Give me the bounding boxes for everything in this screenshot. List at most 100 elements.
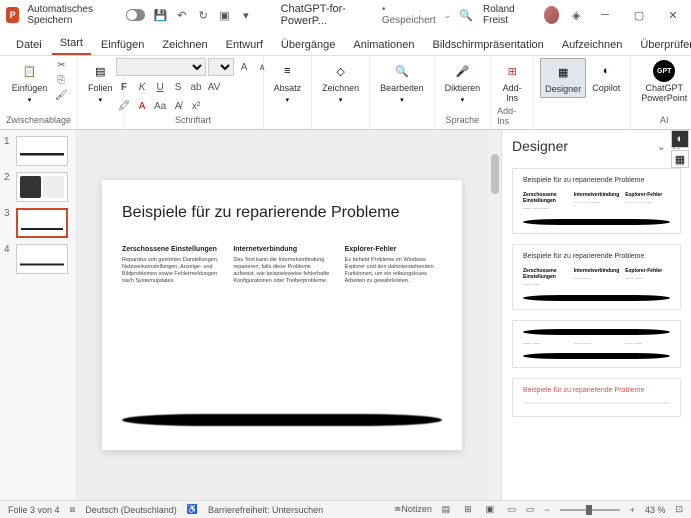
minimize-button[interactable]: ─: [593, 1, 617, 29]
design-suggestion-3[interactable]: —— —— —— —— —— ——: [512, 320, 681, 369]
microphone-icon: 🎤: [451, 60, 473, 82]
spacing-button[interactable]: AV: [206, 79, 222, 95]
copilot-button[interactable]: ◐ Copilot: [588, 58, 624, 96]
tab-datei[interactable]: Datei: [8, 35, 50, 55]
design-suggestion-2[interactable]: Beispiele für zu reparierende Probleme Z…: [512, 244, 681, 310]
view-slideshow-icon[interactable]: ▭: [504, 503, 520, 517]
slides-button[interactable]: ▤ Folien ▾: [84, 58, 117, 106]
save-icon[interactable]: 💾: [153, 7, 167, 23]
current-slide[interactable]: Beispiele für zu reparierende Probleme Z…: [102, 180, 462, 450]
dictate-button[interactable]: 🎤 Diktieren ▾: [441, 58, 485, 106]
tab-aufzeichnen[interactable]: Aufzeichnen: [554, 35, 631, 55]
tab-zeichnen[interactable]: Zeichnen: [154, 35, 215, 55]
tab-ueberpruefen[interactable]: Überprüfen: [632, 35, 691, 55]
fit-window-button[interactable]: ⊡: [675, 504, 683, 515]
notes-button[interactable]: ≐Notizen: [394, 504, 432, 515]
scrollbar-thumb[interactable]: [491, 154, 499, 194]
design-suggestion-4[interactable]: Beispiele für zu reparierende Probleme: [512, 378, 681, 417]
copilot-icon: ◐: [595, 60, 617, 82]
thumbnail-3[interactable]: 3: [4, 208, 71, 238]
autosave-toggle[interactable]: Automatisches Speichern: [27, 4, 145, 26]
view-normal-icon[interactable]: ▤: [438, 503, 454, 517]
design-suggestion-1[interactable]: Beispiele für zu reparierende Probleme Z…: [512, 168, 681, 234]
clear-format-button[interactable]: A̸: [170, 98, 186, 114]
editing-button[interactable]: 🔍 Bearbeiten ▾: [376, 58, 428, 106]
tab-bildschirm[interactable]: Bildschirmpräsentation: [425, 35, 552, 55]
tab-entwurf[interactable]: Entwurf: [218, 35, 271, 55]
font-size-select[interactable]: [208, 58, 234, 76]
group-editing: 🔍 Bearbeiten ▾: [370, 56, 435, 129]
shadow-button[interactable]: ab: [188, 79, 204, 95]
side-tab-1[interactable]: ◐: [671, 130, 689, 148]
present-icon[interactable]: ▣: [218, 7, 231, 23]
redo-icon[interactable]: ↻: [197, 7, 210, 23]
paste-button[interactable]: 📋 Einfügen ▾: [8, 58, 52, 106]
group-font: A ᴀ F K U S ab AV 🖍 A Aa A̸ x² Schriftar…: [124, 56, 264, 129]
language-status[interactable]: Deutsch (Deutschland): [85, 505, 177, 515]
superscript-button[interactable]: x²: [188, 98, 204, 114]
chatgpt-button[interactable]: GPT ChatGPT PowerPoint: [637, 58, 691, 106]
view-reading-icon[interactable]: ▣: [482, 503, 498, 517]
font-family-select[interactable]: [116, 58, 206, 76]
drawing-button[interactable]: ◇ Zeichnen ▾: [318, 58, 363, 106]
slide-column-1[interactable]: Zerschossene Einstellungen Reparatur von…: [122, 246, 219, 286]
paragraph-icon: ≡: [276, 60, 298, 82]
accessibility-status[interactable]: Barrierefreiheit: Untersuchen: [208, 505, 323, 515]
designer-button[interactable]: ▦ Designer: [540, 58, 586, 98]
search-icon[interactable]: 🔍: [459, 7, 473, 23]
zoom-slider[interactable]: [560, 509, 620, 511]
slide-title[interactable]: Beispiele für zu reparierende Probleme: [122, 204, 442, 222]
maximize-button[interactable]: ▢: [627, 1, 651, 29]
save-status: • Gespeichert: [382, 4, 436, 26]
strike-button[interactable]: S: [170, 79, 186, 95]
paragraph-button[interactable]: ≡ Absatz ▾: [270, 58, 306, 106]
tab-einfuegen[interactable]: Einfügen: [93, 35, 152, 55]
addins-icon: ⊞: [501, 60, 523, 82]
cut-button[interactable]: ✂: [53, 58, 69, 72]
slide-column-3[interactable]: Explorer-Fehler Es behebt Probleme im Wi…: [345, 246, 442, 286]
thumbnail-4[interactable]: 4: [4, 244, 71, 274]
italic-button[interactable]: K: [134, 79, 150, 95]
underline-button[interactable]: U: [152, 79, 168, 95]
addins-button[interactable]: ⊞ Add-Ins: [497, 58, 527, 106]
bold-button[interactable]: F: [116, 79, 132, 95]
format-painter-button[interactable]: 🖌: [53, 88, 69, 102]
title-bar: P Automatisches Speichern 💾 ↶ ↻ ▣ ▾ Chat…: [0, 0, 691, 30]
toggle-switch[interactable]: [126, 9, 146, 21]
tab-uebergaenge[interactable]: Übergänge: [273, 35, 343, 55]
chevron-down-icon: ▾: [99, 96, 103, 104]
dropdown-icon[interactable]: ⌄: [444, 10, 452, 21]
group-addins: ⊞ Add-Ins Add-Ins: [491, 56, 534, 129]
zoom-out-button[interactable]: −: [544, 505, 549, 515]
font-color-button[interactable]: A: [134, 98, 150, 114]
view-sorter-icon[interactable]: ⊞: [460, 503, 476, 517]
spell-icon[interactable]: ⧈: [70, 504, 76, 515]
brush-decoration: [122, 414, 442, 426]
copy-button[interactable]: ⎘: [53, 73, 69, 87]
slide-counter[interactable]: Folie 3 von 4: [8, 505, 60, 515]
close-button[interactable]: ✕: [661, 1, 685, 29]
zoom-level[interactable]: 43 %: [645, 505, 666, 515]
user-avatar[interactable]: [544, 6, 559, 24]
diamond-icon[interactable]: ◈: [569, 7, 583, 23]
vertical-scrollbar[interactable]: [489, 130, 501, 500]
document-title[interactable]: ChatGPT-for-PowerP...: [281, 3, 374, 27]
slide-canvas[interactable]: Beispiele für zu reparierende Probleme Z…: [75, 130, 489, 500]
thumbnail-2[interactable]: 2: [4, 172, 71, 202]
highlight-button[interactable]: 🖍: [116, 98, 132, 114]
undo-icon[interactable]: ↶: [175, 7, 188, 23]
chevron-down-icon: ▾: [286, 96, 290, 104]
side-tab-2[interactable]: ▦: [671, 150, 689, 168]
change-case-button[interactable]: Aa: [152, 98, 168, 114]
tab-animationen[interactable]: Animationen: [345, 35, 422, 55]
slide-column-2[interactable]: Internetverbindung Das Tool kann die Int…: [233, 246, 330, 286]
tab-start[interactable]: Start: [52, 33, 91, 55]
zoom-in-button[interactable]: +: [630, 505, 635, 515]
slide-thumbnails: 1 2 3 4: [0, 130, 75, 500]
thumbnail-1[interactable]: 1: [4, 136, 71, 166]
shapes-icon: ◇: [330, 60, 352, 82]
increase-font-button[interactable]: A: [236, 59, 252, 75]
pane-collapse-icon[interactable]: ⌄: [657, 140, 666, 153]
qat-more-icon[interactable]: ▾: [239, 7, 252, 23]
chevron-down-icon: ▾: [339, 96, 343, 104]
